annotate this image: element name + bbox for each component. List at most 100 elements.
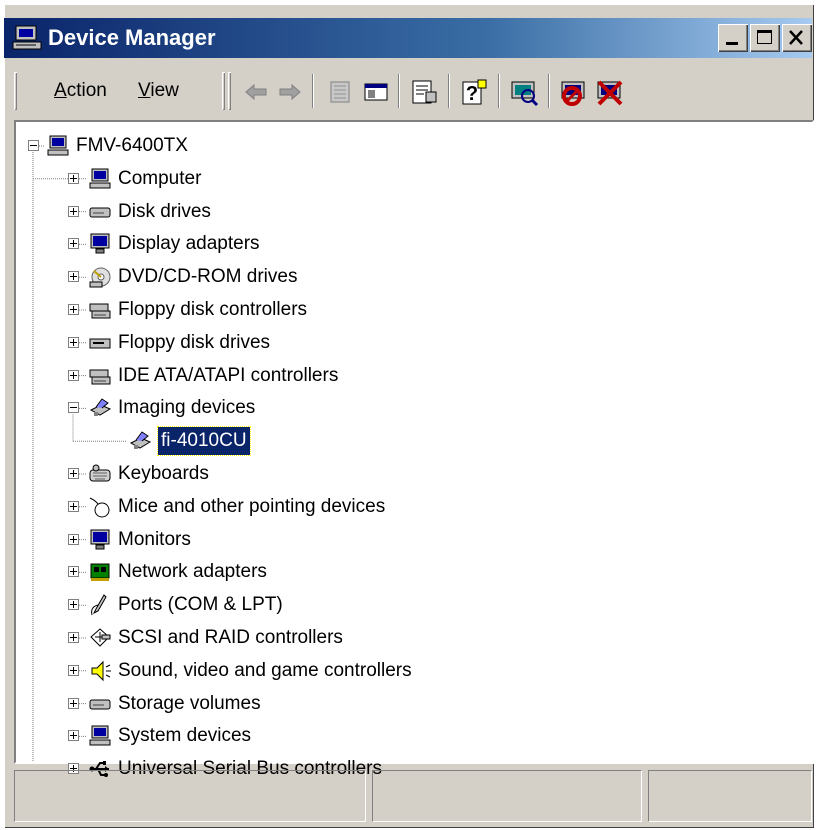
expand-toggle[interactable] [68,730,79,742]
speaker-icon [91,660,111,682]
tree-item-label: SCSI and RAID controllers [118,627,343,648]
expand-toggle[interactable] [68,336,79,348]
tree-category[interactable]: Sound, video and game controllers [16,657,806,685]
tree-category[interactable]: Computer [16,165,806,193]
tree-item-label: Monitors [118,528,191,550]
show-hide-pane-icon[interactable] [360,76,392,108]
close-button[interactable] [782,24,812,52]
properties-icon[interactable] [408,76,440,108]
expand-toggle[interactable] [68,172,79,184]
tree-category[interactable]: Imaging devices [16,394,806,422]
tree-leaf-item[interactable]: fi-4010CU [16,426,806,457]
tree-category[interactable]: Storage volumes [16,690,806,718]
toolbar-grip[interactable] [14,72,17,110]
uninstall-device-icon[interactable] [594,76,626,108]
tree-category[interactable]: DVD/CD-ROM drives [16,263,806,291]
status-pane-3 [648,770,812,822]
tree-item-label: Disk drives [118,200,211,222]
menu-view-rest: iew [150,80,179,101]
menu-action[interactable]: Action [54,80,107,102]
tree-category[interactable]: Ports (COM & LPT) [16,591,806,619]
toolbar-separator-4 [498,74,500,108]
tree-category[interactable]: Disk drives [16,198,806,226]
minimize-button[interactable] [718,24,748,52]
cdrom-icon [89,267,111,288]
expand-toggle[interactable] [68,697,79,709]
scan-hardware-icon[interactable] [508,76,540,108]
expand-toggle[interactable] [68,664,79,676]
tree-category[interactable]: IDE ATA/ATAPI controllers [16,362,806,390]
toolbar-separator-5 [548,74,550,108]
expand-toggle[interactable] [68,566,79,578]
expand-toggle[interactable] [68,533,79,545]
tree-category[interactable]: Network adapters [16,558,806,586]
expand-toggle[interactable] [68,304,79,315]
menu-view[interactable]: View [138,80,179,102]
disk-drive-icon [89,207,111,218]
minimize-icon [726,42,738,45]
floppy-drive-icon [89,338,111,349]
toolbar-separator-3 [448,74,450,108]
toolbar: Action View ? [10,68,816,114]
expand-toggle[interactable] [68,632,79,643]
maximize-button[interactable] [750,24,780,52]
tree-category[interactable]: System devices [16,722,806,750]
disable-device-icon[interactable] [558,76,590,108]
device-manager-icon [12,25,42,50]
tree-item-label: DVD/CD-ROM drives [118,266,298,288]
monitor-icon [90,233,110,254]
tree-category[interactable]: Monitors [16,526,806,554]
expand-toggle[interactable] [68,500,79,512]
status-pane-1 [14,770,366,822]
tree-item-label: Display adapters [118,233,260,255]
expand-toggle[interactable] [68,599,79,611]
collapse-toggle[interactable] [68,402,79,414]
monitor-icon [90,529,110,550]
title-bar[interactable]: Device Manager [4,18,812,58]
tree-category[interactable]: Mice and other pointing devices [16,493,806,521]
computer-icon [89,168,111,189]
tree-category[interactable]: Floppy disk controllers [16,296,806,324]
computer-icon [89,725,111,746]
tree-category[interactable]: Display adapters [16,230,806,258]
tree-item-label: Keyboards [118,463,209,484]
tree-item-label: Ports (COM & LPT) [118,594,283,616]
tree-category[interactable]: Keyboards [16,460,806,488]
scanner-icon [129,431,152,450]
scsi-icon [90,628,111,647]
window-title: Device Manager [48,25,216,50]
collapse-toggle[interactable] [28,140,39,151]
tree-item-label: Storage volumes [118,692,261,714]
tree-item-label: Imaging devices [118,397,256,419]
tree-item-label: Network adapters [118,561,267,583]
tree-category[interactable]: SCSI and RAID controllers [16,624,806,652]
tree-item-label: IDE ATA/ATAPI controllers [118,364,339,386]
expand-toggle[interactable] [68,238,79,250]
back-arrow-icon[interactable] [240,76,272,108]
tree-item-label: System devices [118,725,252,747]
maximize-icon [757,30,772,44]
status-pane-2 [372,770,642,822]
expand-toggle[interactable] [68,369,79,381]
device-tree[interactable]: FMV-6400TX Computer Disk drives Display ada… [14,120,814,779]
folder-grid-icon[interactable] [324,76,356,108]
tree-item-label: Computer [118,167,202,189]
toolbar-grip-3 [228,72,231,110]
expand-toggle[interactable] [68,271,79,283]
scanner-icon [89,398,112,417]
tree-item-label: FMV-6400TX [76,135,188,156]
port-icon [91,594,107,616]
expand-toggle[interactable] [68,468,79,479]
keyboard-icon [89,464,111,482]
tree-category[interactable]: Floppy disk drives [16,329,806,357]
expand-toggle[interactable] [68,205,79,217]
forward-arrow-icon[interactable] [274,76,306,108]
controller-icon [89,303,111,319]
toolbar-grip-2[interactable] [222,72,225,110]
help-icon[interactable]: ? [458,76,490,108]
tree-item-label: fi-4010CU [157,426,251,457]
tree-item-label: Mice and other pointing devices [118,495,386,517]
svg-text:?: ? [466,83,478,105]
tree-item-label: Floppy disk drives [118,331,271,353]
tree-root[interactable]: FMV-6400TX [16,132,806,160]
